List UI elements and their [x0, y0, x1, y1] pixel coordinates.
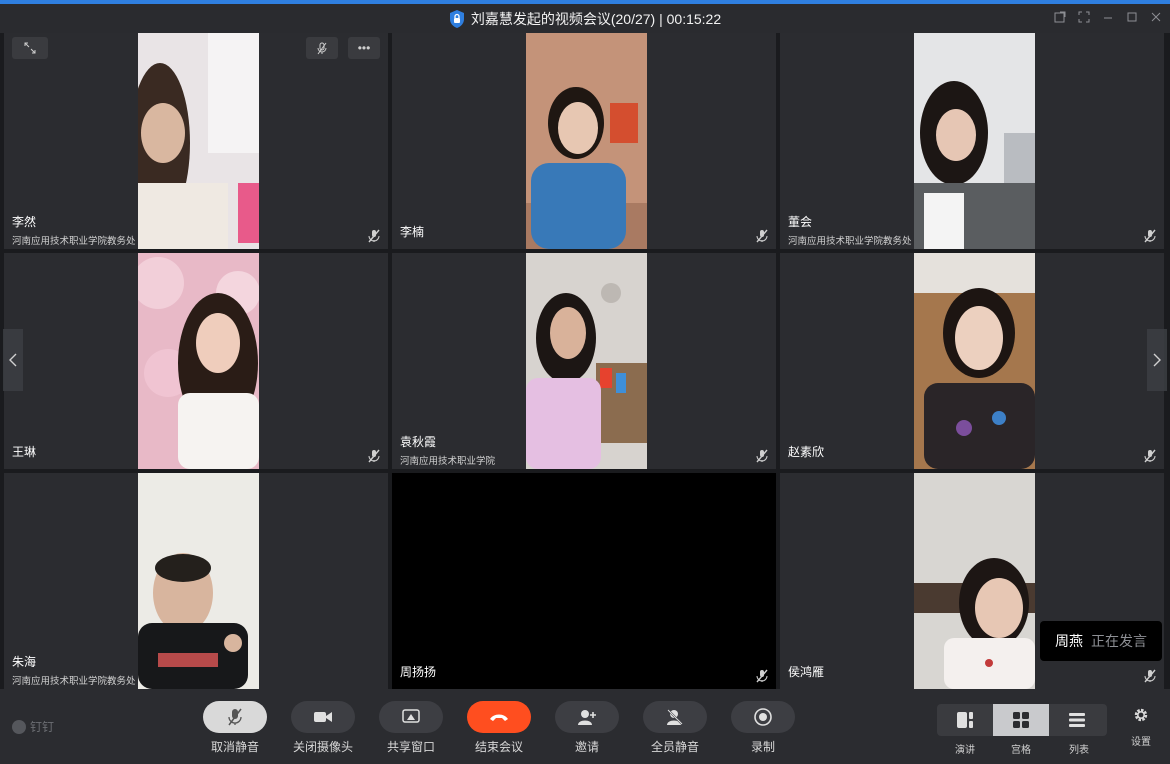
speaker-name: 周燕 [1055, 633, 1083, 649]
meeting-toolbar: 钉钉 取消静音 关闭摄像头 共享窗口 结束会议 邀请 全员静音 录制 演讲 宫格… [0, 689, 1170, 764]
list-layout-label: 列表 [1069, 745, 1089, 756]
participant-tile[interactable]: 李楠 [392, 33, 776, 249]
video-feed [138, 253, 259, 469]
mic-off-icon [1144, 449, 1156, 463]
share-screen-icon [402, 709, 420, 723]
list-layout-button[interactable] [1049, 704, 1105, 736]
speaker-layout-icon [957, 712, 973, 728]
speaking-indicator: 周燕 正在发言 [1040, 621, 1162, 661]
invite-label: 邀请 [574, 740, 599, 754]
camera-off-button[interactable]: 关闭摄像头 [291, 701, 355, 755]
close-icon[interactable] [1150, 10, 1162, 24]
brand-logo: 钉钉 [12, 718, 54, 735]
settings-button[interactable]: 设置 [1126, 707, 1156, 748]
record-label: 录制 [750, 740, 775, 754]
grid-layout-button[interactable] [993, 704, 1049, 736]
participant-tile[interactable]: 王琳 [4, 253, 388, 469]
dingtalk-icon [12, 719, 26, 734]
gear-icon [1134, 708, 1148, 722]
participant-tile[interactable]: 赵素欣 [780, 253, 1164, 469]
shield-icon [449, 9, 464, 28]
more-icon[interactable]: ••• [348, 37, 380, 59]
mic-off-icon [756, 449, 768, 463]
end-meeting-button[interactable]: 结束会议 [467, 701, 531, 755]
participant-name: 李楠 [400, 225, 425, 239]
mic-off-icon[interactable] [306, 37, 338, 59]
video-feed [138, 473, 259, 689]
unmute-button[interactable]: 取消静音 [203, 701, 267, 755]
participant-tile[interactable]: 周扬扬 [392, 473, 776, 689]
participant-name: 赵素欣 [788, 445, 825, 459]
mic-off-icon [756, 229, 768, 243]
mic-off-icon [368, 229, 380, 243]
mute-all-icon [667, 709, 683, 725]
participant-name: 朱海 [12, 655, 37, 669]
camera-off-label: 关闭摄像头 [292, 740, 353, 754]
next-page-arrow[interactable] [1147, 329, 1167, 391]
participant-org: 河南应用技术职业学院 [400, 456, 496, 467]
list-layout-icon [1069, 713, 1085, 727]
video-feed [914, 253, 1035, 469]
video-feed [526, 33, 647, 249]
mic-off-icon [1144, 229, 1156, 243]
invite-icon [578, 710, 596, 725]
maximize-icon[interactable] [1126, 10, 1138, 24]
participant-name: 侯鸿雁 [788, 665, 825, 679]
share-window-label: 共享窗口 [386, 740, 435, 754]
grid-layout-icon [1013, 712, 1029, 728]
video-feed [138, 33, 259, 249]
participant-tile[interactable]: ••• 李然 河南应用技术职业学院教务处 [4, 33, 388, 249]
participant-org: 河南应用技术职业学院教务处 [12, 236, 136, 247]
participant-tile[interactable]: 朱海 河南应用技术职业学院教务处 [4, 473, 388, 689]
share-window-button[interactable]: 共享窗口 [379, 701, 443, 755]
expand-icon[interactable] [12, 37, 48, 59]
fullscreen-icon[interactable] [1078, 10, 1090, 24]
unmute-label: 取消静音 [210, 740, 259, 754]
video-feed [914, 33, 1035, 249]
record-icon [754, 708, 772, 726]
camera-icon [314, 712, 332, 722]
participant-tile[interactable]: 董会 河南应用技术职业学院教务处 [780, 33, 1164, 249]
layout-switcher [937, 704, 1107, 736]
video-grid: ••• 李然 河南应用技术职业学院教务处 李楠 董会 河南应用技术职业学院教务处… [0, 33, 1170, 689]
chevron-left-icon [9, 353, 17, 367]
minimize-icon[interactable] [1102, 10, 1114, 24]
record-button[interactable]: 录制 [731, 701, 795, 755]
mute-all-button[interactable]: 全员静音 [643, 701, 707, 755]
video-feed [526, 253, 647, 469]
brand-name: 钉钉 [30, 720, 55, 734]
prev-page-arrow[interactable] [3, 329, 23, 391]
mic-off-icon [368, 449, 380, 463]
participant-name: 袁秋霞 [400, 435, 437, 449]
speaker-layout-label: 演讲 [955, 745, 975, 756]
participant-name: 李然 [12, 215, 37, 229]
popout-icon[interactable] [1054, 10, 1066, 24]
participant-name: 王琳 [12, 445, 37, 459]
participant-org: 河南应用技术职业学院教务处 [788, 236, 912, 247]
mic-off-icon [756, 669, 768, 683]
participant-tile[interactable]: 袁秋霞 河南应用技术职业学院 [392, 253, 776, 469]
participant-name: 周扬扬 [400, 665, 437, 679]
title-bar: 刘嘉慧发起的视频会议(20/27) | 00:15:22 [0, 4, 1170, 33]
mic-off-icon [1144, 669, 1156, 683]
mute-all-label: 全员静音 [650, 740, 699, 754]
participant-org: 河南应用技术职业学院教务处 [12, 676, 136, 687]
participant-name: 董会 [788, 215, 813, 229]
speaker-status: 正在发言 [1091, 633, 1147, 649]
speaker-layout-button[interactable] [937, 704, 993, 736]
hangup-icon [490, 714, 508, 721]
settings-label: 设置 [1131, 737, 1151, 748]
chevron-right-icon [1153, 353, 1161, 367]
invite-button[interactable]: 邀请 [555, 701, 619, 755]
video-feed [914, 473, 1035, 689]
grid-layout-label: 宫格 [1011, 745, 1031, 756]
end-meeting-label: 结束会议 [474, 740, 523, 754]
mic-off-icon [228, 708, 242, 726]
window-title: 刘嘉慧发起的视频会议(20/27) | 00:15:22 [470, 10, 722, 27]
